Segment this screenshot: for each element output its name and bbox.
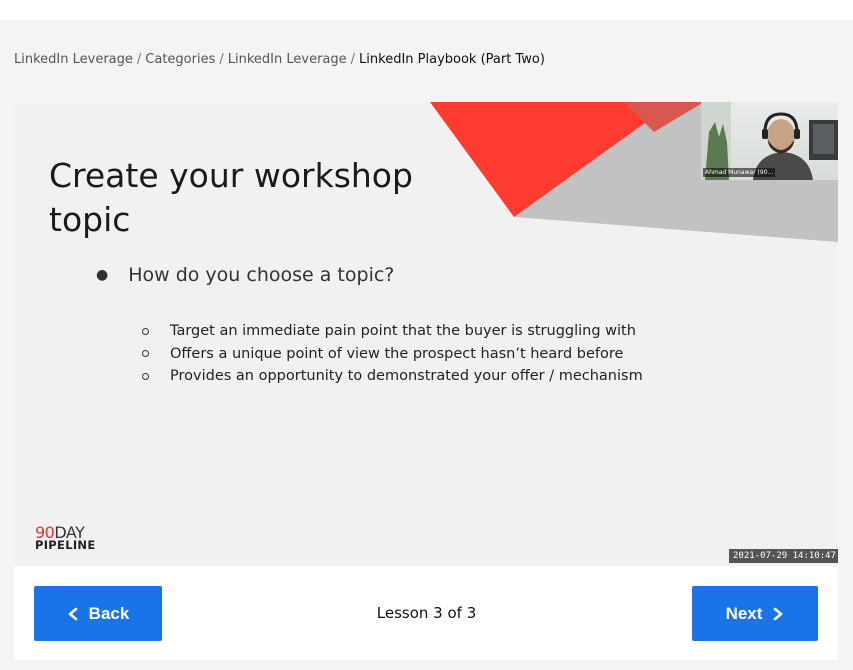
breadcrumb-link-linkedin-leverage[interactable]: LinkedIn Leverage: [14, 52, 133, 67]
sub-bullet-text: Provides an opportunity to demonstrated …: [170, 368, 643, 384]
video-timestamp: 2021-07-29 14:10:47: [729, 549, 838, 563]
breadcrumb-link-categories[interactable]: Categories: [145, 52, 215, 67]
slide-sub-bullets: Target an immediate pain point that the …: [142, 320, 643, 388]
sub-bullet-text: Target an immediate pain point that the …: [170, 323, 636, 339]
sub-bullet-item: Target an immediate pain point that the …: [142, 320, 643, 343]
lesson-counter: Lesson 3 of 3: [376, 604, 477, 622]
slide-title: Create your workshop topic: [49, 156, 413, 239]
bullet-dot-icon: ●: [96, 267, 109, 283]
circle-bullet-icon: [142, 327, 149, 335]
sub-bullet-item: Offers a unique point of view the prospe…: [142, 343, 643, 366]
next-button[interactable]: Next: [692, 586, 818, 641]
next-button-label: Next: [725, 603, 763, 623]
back-button[interactable]: Back: [34, 586, 162, 641]
video-player[interactable]: Create your workshop topic ● How do you …: [14, 102, 838, 566]
circle-bullet-icon: [142, 350, 149, 358]
slide-logo: 90DAY PIPELINE: [35, 525, 96, 552]
back-button-label: Back: [88, 603, 130, 623]
slide-bullet-text: How do you choose a topic?: [128, 264, 395, 286]
lesson-controls: Back Lesson 3 of 3 Next: [14, 566, 838, 660]
chevron-left-icon: [68, 607, 77, 620]
circle-bullet-icon: [142, 372, 149, 380]
webcam-name-label: Ahmad Munawar (90...: [703, 168, 776, 177]
logo-bottom: PIPELINE: [35, 538, 96, 552]
sub-bullet-item: Provides an opportunity to demonstrated …: [142, 365, 643, 388]
breadcrumb-separator: /: [350, 52, 356, 67]
breadcrumb-separator: /: [219, 52, 224, 67]
breadcrumb: LinkedIn Leverage / Categories / LinkedIn Le…: [14, 52, 545, 70]
chevron-right-icon: [774, 607, 783, 620]
top-bar: [0, 0, 853, 20]
webcam-thumbnail: Ahmad Munawar (90...: [701, 102, 838, 180]
sub-bullet-text: Offers a unique point of view the prospe…: [170, 345, 624, 362]
breadcrumb-current: LinkedIn Playbook (Part Two): [359, 52, 545, 67]
slide-bullet: ● How do you choose a topic?: [96, 264, 394, 286]
breadcrumb-link-linkedin-leverage-2[interactable]: LinkedIn Leverage: [228, 52, 347, 67]
breadcrumb-separator: /: [136, 52, 142, 67]
